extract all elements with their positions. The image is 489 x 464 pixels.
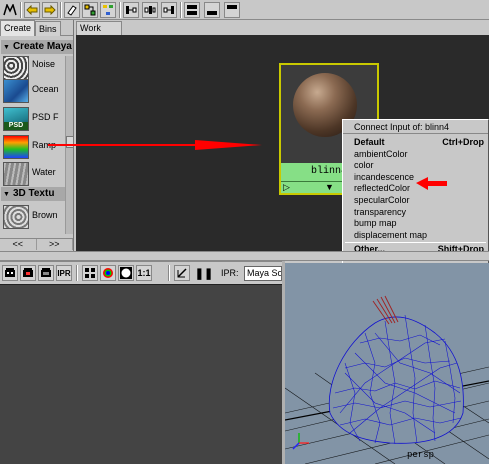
texture-label: PSD F (32, 112, 59, 122)
tab-create[interactable]: Create (0, 20, 36, 36)
menu-separator (345, 242, 486, 244)
arrow-left-icon[interactable] (24, 2, 40, 18)
wireframe-scene (285, 295, 489, 464)
panel-tabs: Create Bins (0, 20, 73, 36)
connect-input-menu: Connect Input of: blinn4 Default Ctrl+Dr… (342, 119, 489, 268)
hypershade-layout-icon[interactable] (82, 2, 98, 18)
display-rgb-icon[interactable] (100, 265, 116, 281)
tab-work-area[interactable]: Work Area (76, 21, 122, 46)
noise-thumbnail-icon (3, 56, 29, 80)
graph-output-icon[interactable] (161, 2, 177, 18)
menu-item-specularcolor[interactable]: specularColor (343, 195, 488, 207)
pane-divider[interactable] (0, 251, 489, 261)
panel-scrollbar[interactable] (65, 56, 74, 234)
toolbar-separator (119, 2, 121, 18)
tab-bins[interactable]: Bins (35, 21, 61, 36)
menu-title: Connect Input of: blinn4 (343, 120, 488, 134)
graph-input-output-icon[interactable] (142, 2, 158, 18)
ipr-label: IPR: (221, 268, 239, 278)
collapse-triangle-icon: ▼ (3, 44, 10, 51)
maya-logo-icon (2, 2, 18, 18)
eraser-icon[interactable] (64, 2, 80, 18)
brownian-thumbnail-icon (3, 205, 29, 229)
psd-thumbnail-icon: PSD (3, 107, 29, 131)
create-panel: Create Bins ▼ Create Maya Noise Ocean PSD… (0, 20, 74, 251)
render-view-canvas[interactable] (0, 284, 282, 464)
menu-shortcut: Ctrl+Drop (442, 137, 484, 147)
water-thumbnail-icon (3, 162, 29, 186)
ipr-render-button[interactable]: IPR (56, 265, 72, 281)
menu-item-displacement-map[interactable]: displacement map (343, 230, 488, 242)
collapse-triangle-icon: ▼ (3, 191, 10, 198)
menu-item-incandescence[interactable]: incandescence (343, 172, 488, 184)
section-label: Create Maya (12, 41, 72, 52)
menu-item-label: Default (354, 137, 385, 147)
layout-top-bottom-icon[interactable] (184, 2, 200, 18)
renderer-select[interactable]: Maya So (244, 266, 282, 281)
scrollbar-thumb[interactable] (66, 136, 74, 148)
maya-hypershade-window: Create Bins ▼ Create Maya Noise Ocean PSD… (0, 0, 489, 464)
top-toolbar (0, 0, 489, 20)
keep-image-icon[interactable] (174, 265, 190, 281)
section-label: 3D Textu (12, 188, 55, 199)
arrow-right-icon[interactable] (42, 2, 58, 18)
render-frame-icon[interactable] (2, 265, 18, 281)
texture-item-ocean[interactable]: Ocean (1, 78, 67, 104)
texture-item-water[interactable]: Water (1, 161, 67, 187)
render-region-icon[interactable] (20, 265, 36, 281)
texture-label: Noise (32, 59, 56, 69)
nav-prev-button[interactable]: << (0, 239, 37, 250)
graph-input-icon[interactable] (123, 2, 139, 18)
toolbar-separator (180, 2, 182, 18)
layout-top-icon[interactable] (224, 2, 240, 18)
pause-icon[interactable]: ❚❚ (195, 265, 213, 281)
texture-item-brownian[interactable]: Brown (1, 204, 67, 230)
texture-label: Brown (32, 210, 58, 220)
section-create-maya-nodes[interactable]: ▼ Create Maya (1, 40, 73, 54)
texture-label: Ocean (32, 84, 59, 94)
toolbar-separator (76, 265, 78, 281)
ramp-thumbnail-icon (3, 135, 29, 159)
perspective-viewport[interactable]: persp (285, 263, 489, 464)
menu-item-color[interactable]: color (343, 160, 488, 172)
ratio-label: 1:1 (137, 268, 151, 278)
panel-bottom-nav: << >> (0, 238, 73, 250)
snapshot-icon[interactable] (38, 265, 54, 281)
menu-item-default[interactable]: Default Ctrl+Drop (343, 137, 488, 149)
texture-item-psd[interactable]: PSD PSD F (1, 106, 67, 132)
section-3d-textures[interactable]: ▼ 3D Textu (1, 187, 73, 201)
menu-item-transparency[interactable]: transparency (343, 207, 488, 219)
render-view-toolbar: IPR 1:1 ❚❚ IPR: Maya So (0, 261, 282, 283)
render-settings-icon[interactable] (82, 265, 98, 281)
menu-item-bump-map[interactable]: bump map (343, 218, 488, 230)
texture-item-ramp[interactable]: Ramp (1, 134, 67, 160)
output-port-icon[interactable]: ▷ (283, 182, 290, 193)
nav-next-button[interactable]: >> (37, 239, 73, 250)
camera-label: persp (407, 450, 435, 460)
toolbar-separator (20, 2, 22, 18)
layout-bottom-icon[interactable] (204, 2, 220, 18)
texture-label: Water (32, 167, 56, 177)
real-size-button[interactable]: 1:1 (136, 265, 152, 281)
ipr-badge-label: IPR (57, 268, 71, 278)
menu-item-ambientcolor[interactable]: ambientColor (343, 149, 488, 161)
toolbar-separator (60, 2, 62, 18)
texture-label: Ramp (32, 140, 57, 150)
toolbar-separator (168, 265, 170, 281)
graph-network-icon[interactable] (100, 2, 116, 18)
expand-arrow-icon[interactable]: ▼ (325, 182, 334, 193)
display-alpha-icon[interactable] (118, 265, 134, 281)
ocean-thumbnail-icon (3, 79, 29, 103)
menu-item-reflectedcolor[interactable]: reflectedColor (343, 183, 488, 195)
